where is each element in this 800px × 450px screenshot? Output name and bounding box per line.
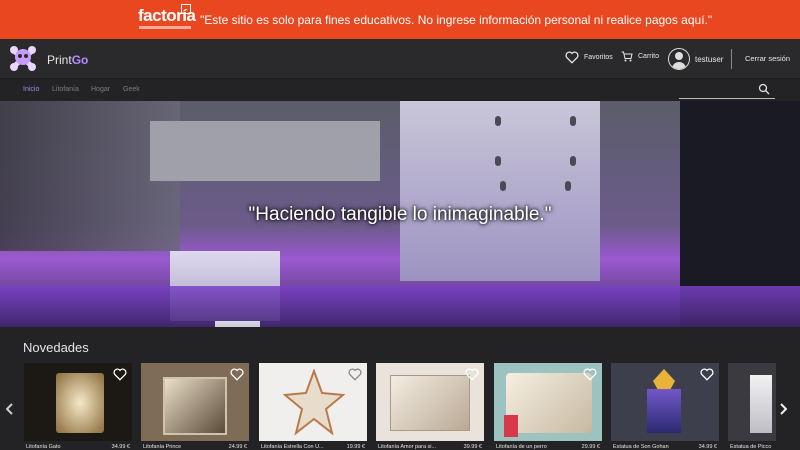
avatar xyxy=(668,48,690,70)
hero-plate-slot xyxy=(500,181,506,191)
product-price: 34.99 € xyxy=(698,444,717,450)
product-lithophane xyxy=(506,373,592,433)
product-decoration xyxy=(504,415,518,437)
carousel-next-button[interactable] xyxy=(779,402,788,418)
hero-plate-slot xyxy=(495,156,501,166)
hero-printer-plate xyxy=(400,101,600,281)
product-price: 39.99 € xyxy=(463,444,482,450)
educational-banner: factoría "Este sitio es solo para fines … xyxy=(0,0,800,39)
chevron-left-icon xyxy=(5,403,13,415)
product-price: 34.99 € xyxy=(111,444,130,450)
product-card[interactable]: Litofanía Gato 34.99 € xyxy=(24,363,132,450)
username: testuser xyxy=(695,54,724,64)
product-card[interactable]: Litofanía Estrella Con U... 19.99 € xyxy=(259,363,367,450)
factoria-logo-underline xyxy=(139,26,191,29)
heart-icon xyxy=(565,51,579,64)
product-statue-hair xyxy=(653,369,675,389)
cart-link[interactable]: Carrito xyxy=(621,51,659,62)
favorite-heart-icon[interactable] xyxy=(230,368,244,381)
favorite-heart-icon[interactable] xyxy=(465,368,479,381)
hero-nozzle xyxy=(215,321,260,327)
hero-plate-slot xyxy=(495,116,501,126)
cart-icon xyxy=(621,51,633,62)
product-name: Litofanía Estrella Con U... xyxy=(261,444,324,450)
hero-plate-slot xyxy=(570,156,576,166)
hero-tagline: "Haciendo tangible lo inimaginable." xyxy=(248,204,552,225)
cart-label: Carrito xyxy=(638,53,660,60)
hero-plate-slot xyxy=(570,116,576,126)
chevron-right-icon xyxy=(780,403,788,415)
hero-banner: "Haciendo tangible lo inimaginable." xyxy=(0,101,800,327)
product-image xyxy=(728,363,776,441)
favorite-heart-icon[interactable] xyxy=(583,368,597,381)
printgo-logo-icon[interactable] xyxy=(8,43,38,73)
brand-name[interactable]: PrintGo xyxy=(47,53,88,67)
favorites-label: Favoritos xyxy=(584,54,613,61)
product-price: 19.99 € xyxy=(346,444,365,450)
hero-printer-carriage xyxy=(150,121,380,181)
product-lithophane xyxy=(163,377,227,435)
hero-print-bed xyxy=(0,286,800,327)
product-name: Litofanía Prince xyxy=(143,444,182,450)
site-header: PrintGo Favoritos Carrito testuser Cerra… xyxy=(0,39,800,79)
brand-name-accent: Go xyxy=(71,53,89,67)
product-name: Litofanía Gato xyxy=(26,444,61,450)
product-star-lithophane xyxy=(283,369,345,436)
product-card[interactable]: Litofanía Prince 24.99 € xyxy=(141,363,249,450)
nav-item-litofania[interactable]: Litofanía xyxy=(52,86,79,93)
user-menu[interactable]: testuser xyxy=(668,48,723,70)
category-nav: Inicio Litofanía Hogar Geek xyxy=(0,80,800,101)
section-title: Novedades xyxy=(23,340,89,355)
hero-plate-slot xyxy=(565,181,571,191)
product-price: 24.99 € xyxy=(228,444,247,450)
search-input[interactable] xyxy=(679,98,775,99)
product-statue-body xyxy=(750,375,772,433)
favorite-heart-icon[interactable] xyxy=(700,368,714,381)
product-lithophane xyxy=(56,373,104,433)
product-card[interactable]: Estatua de Picco xyxy=(728,363,776,450)
product-card[interactable]: Litofanía Amor para si... 39.99 € xyxy=(376,363,484,450)
brand-name-main: Print xyxy=(47,53,72,67)
product-lithophane xyxy=(390,375,470,431)
favorite-heart-icon[interactable] xyxy=(113,368,127,381)
search-icon[interactable] xyxy=(758,83,770,95)
favorites-link[interactable]: Favoritos xyxy=(565,51,613,64)
product-name: Litofanía de un perro xyxy=(496,444,547,450)
banner-message: "Este sitio es solo para fines educativo… xyxy=(200,13,713,27)
nav-item-geek[interactable]: Geek xyxy=(123,86,140,93)
product-price: 29.99 € xyxy=(581,444,600,450)
product-name: Litofanía Amor para si... xyxy=(378,444,437,450)
nav-item-inicio[interactable]: Inicio xyxy=(23,86,39,93)
header-divider xyxy=(731,49,732,69)
product-name: Estatua de Son Gohan xyxy=(613,444,669,450)
product-carousel: Litofanía Gato 34.99 € Litofanía Prince … xyxy=(24,363,784,450)
factoria-logo-mark xyxy=(181,4,191,14)
product-name: Estatua de Picco xyxy=(730,444,772,450)
product-card[interactable]: Litofanía de un perro 29.99 € xyxy=(494,363,602,450)
logout-link[interactable]: Cerrar sesión xyxy=(745,54,790,63)
carousel-prev-button[interactable] xyxy=(5,402,14,418)
product-statue-body xyxy=(647,389,681,433)
nav-item-hogar[interactable]: Hogar xyxy=(91,86,110,93)
favorite-heart-icon[interactable] xyxy=(348,368,362,381)
product-card[interactable]: Estatua de Son Gohan 34.99 € xyxy=(611,363,719,450)
